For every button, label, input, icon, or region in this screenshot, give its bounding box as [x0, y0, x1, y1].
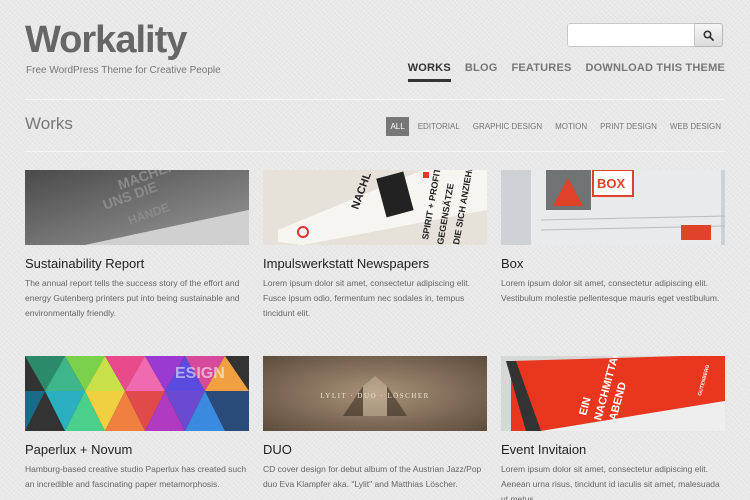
thumbnail-image: MACHEN UNS DIE HÄNDE — [25, 170, 249, 245]
work-title[interactable]: Event Invitaion — [501, 442, 725, 458]
filter-editorial[interactable]: EDITORIAL — [414, 117, 464, 136]
thumbnail-image: NACHL SPIRIT + PROFIT GEGENSÄTZE DIE SIC… — [263, 170, 487, 245]
svg-text:ESIGN: ESIGN — [175, 365, 225, 382]
work-card-box[interactable]: BOX Box Lorem ipsum dolor sit amet, cons… — [501, 170, 725, 306]
filter-graphic-design[interactable]: GRAPHIC DESIGN — [469, 117, 546, 136]
thumbnail-image: ESIGN — [25, 356, 249, 431]
site-tagline: Free WordPress Theme for Creative People — [26, 65, 221, 76]
svg-text:BOX: BOX — [597, 176, 626, 191]
filter-all[interactable]: ALL — [386, 117, 409, 136]
category-filters: ALL EDITORIAL GRAPHIC DESIGN MOTION PRIN… — [386, 117, 725, 136]
work-title[interactable]: Paperlux + Novum — [25, 442, 249, 458]
work-card-sustainability-report[interactable]: MACHEN UNS DIE HÄNDE Sustainability Repo… — [25, 170, 249, 321]
work-card-paperlux-novum[interactable]: ESIGN Paperlux + Novum Hamburg-based cre… — [25, 356, 249, 492]
work-thumbnail[interactable]: MACHEN UNS DIE HÄNDE — [25, 170, 249, 245]
nav-features[interactable]: FEATURES — [511, 62, 571, 82]
work-description: Lorem ipsum dolor sit amet, consectetur … — [263, 278, 470, 318]
thumbnail-image: LYLIT · DUO · LÖSCHER — [263, 356, 487, 431]
work-description: CD cover design for debut album of the A… — [263, 464, 482, 489]
thumbnail-image: EIN NACHMITTAG ABEND GUTENBERG — [501, 356, 725, 431]
section-divider — [25, 151, 725, 152]
work-description: Lorem ipsum dolor sit amet, consectetur … — [501, 278, 720, 303]
work-thumbnail[interactable]: LYLIT · DUO · LÖSCHER — [263, 356, 487, 431]
work-description: The annual report tells the success stor… — [25, 278, 240, 318]
svg-text:LYLIT · DUO · LÖSCHER: LYLIT · DUO · LÖSCHER — [320, 392, 430, 400]
work-thumbnail[interactable]: EIN NACHMITTAG ABEND GUTENBERG — [501, 356, 725, 431]
filter-motion[interactable]: MOTION — [551, 117, 591, 136]
work-card-impulswerkstatt-newspapers[interactable]: NACHL SPIRIT + PROFIT GEGENSÄTZE DIE SIC… — [263, 170, 487, 321]
work-thumbnail[interactable]: ESIGN — [25, 356, 249, 431]
nav-download-theme[interactable]: DOWNLOAD THIS THEME — [586, 62, 725, 82]
section-title: Works — [25, 114, 73, 133]
search-button[interactable] — [695, 23, 723, 47]
work-title[interactable]: Sustainability Report — [25, 256, 249, 272]
search-input[interactable] — [567, 23, 695, 47]
work-title[interactable]: DUO — [263, 442, 487, 458]
filter-print-design[interactable]: PRINT DESIGN — [596, 117, 661, 136]
filter-web-design[interactable]: WEB DESIGN — [666, 117, 725, 136]
work-card-event-invitation[interactable]: EIN NACHMITTAG ABEND GUTENBERG Event Inv… — [501, 356, 725, 500]
work-title[interactable]: Impulswerkstatt Newspapers — [263, 256, 487, 272]
work-card-duo[interactable]: LYLIT · DUO · LÖSCHER DUO CD cover desig… — [263, 356, 487, 492]
nav-works[interactable]: WORKS — [407, 62, 451, 82]
nav-blog[interactable]: BLOG — [465, 62, 498, 82]
site-logo[interactable]: Workality — [25, 18, 187, 62]
thumbnail-image: BOX — [501, 170, 725, 245]
search-form — [567, 23, 723, 47]
magnifier-icon — [703, 29, 714, 41]
work-title[interactable]: Box — [501, 256, 725, 272]
work-thumbnail[interactable]: BOX — [501, 170, 725, 245]
work-description: Hamburg-based creative studio Paperlux h… — [25, 464, 247, 489]
work-description: Lorem ipsum dolor sit amet, consectetur … — [501, 464, 720, 500]
header-divider — [25, 99, 725, 100]
work-thumbnail[interactable]: NACHL SPIRIT + PROFIT GEGENSÄTZE DIE SIC… — [263, 170, 487, 245]
main-nav: WORKS BLOG FEATURES DOWNLOAD THIS THEME — [407, 62, 725, 82]
